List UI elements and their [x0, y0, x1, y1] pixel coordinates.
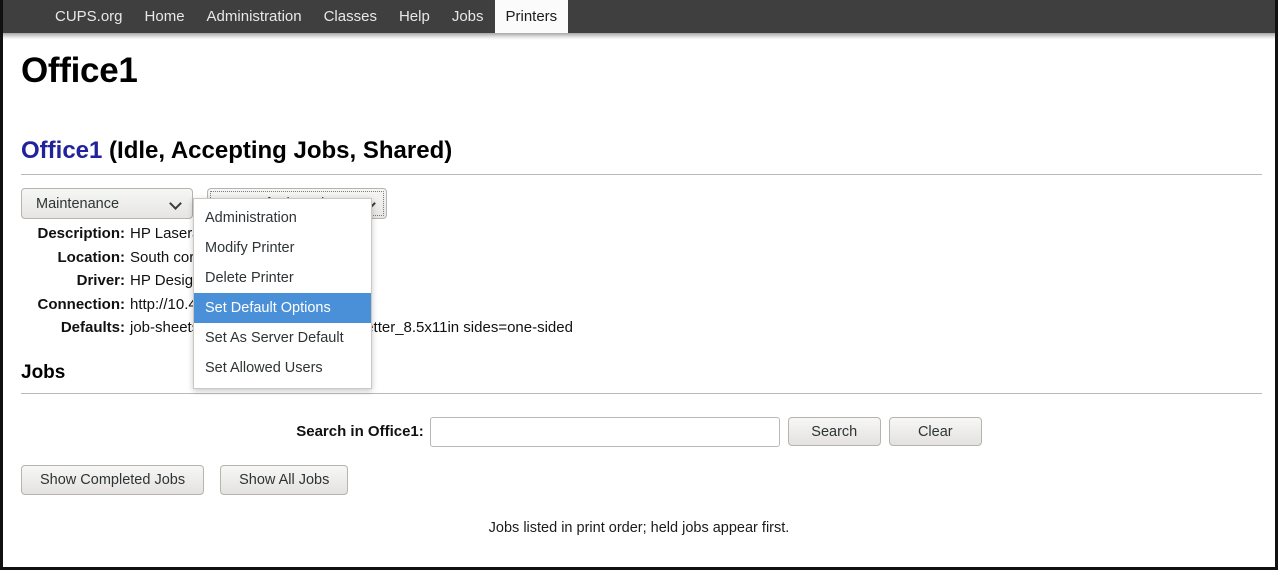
- info-value: http://10.4.: [125, 293, 201, 317]
- nav-item-help[interactable]: Help: [388, 0, 441, 33]
- menu-item-label: Set Default Options: [205, 300, 331, 316]
- printer-status-text: (Idle, Accepting Jobs, Shared): [102, 137, 452, 164]
- maintenance-select[interactable]: Maintenance: [21, 188, 193, 219]
- administration-dropdown-menu[interactable]: Administration Modify Printer Delete Pri…: [193, 198, 372, 389]
- nav-item-label: Help: [399, 9, 430, 24]
- nav-item-administration[interactable]: Administration: [196, 0, 313, 33]
- jobs-divider: [21, 393, 1262, 394]
- heading-divider: [21, 174, 1262, 175]
- printer-heading: Office1 (Idle, Accepting Jobs, Shared): [21, 137, 1261, 165]
- clear-button[interactable]: Clear: [889, 417, 982, 446]
- search-input[interactable]: [430, 417, 780, 447]
- nav-item-home[interactable]: Home: [134, 0, 196, 33]
- search-label: Search in Office1:: [296, 423, 424, 440]
- info-label: Location:: [17, 246, 125, 270]
- menu-item-label: Set As Server Default: [205, 330, 344, 346]
- info-label: Description:: [17, 222, 125, 246]
- menu-item-set-default-options[interactable]: Set Default Options: [194, 293, 371, 323]
- menu-item-label: Delete Printer: [205, 270, 294, 286]
- nav-item-label: CUPS.org: [55, 9, 123, 24]
- menu-item-administration[interactable]: Administration: [194, 203, 371, 233]
- nav-drop-shadow: [3, 33, 1278, 40]
- nav-item-label: Classes: [324, 9, 377, 24]
- show-completed-jobs-button[interactable]: Show Completed Jobs: [21, 465, 204, 495]
- menu-item-modify-printer[interactable]: Modify Printer: [194, 233, 371, 263]
- nav-item-label: Administration: [207, 9, 302, 24]
- maintenance-select-label: Maintenance: [36, 196, 165, 212]
- nav-item-classes[interactable]: Classes: [313, 0, 388, 33]
- info-label: Connection:: [17, 293, 125, 317]
- printer-name-link[interactable]: Office1: [21, 137, 102, 164]
- top-navigation-bar: CUPS.org Home Administration Classes Hel…: [0, 0, 1278, 33]
- menu-item-label: Administration: [205, 210, 297, 226]
- info-label: Defaults:: [17, 316, 125, 340]
- job-search-row: Search in Office1: Search Clear: [17, 417, 1261, 447]
- search-button[interactable]: Search: [788, 417, 881, 446]
- chevron-down-icon: [171, 198, 182, 209]
- nav-item-label: Home: [145, 9, 185, 24]
- menu-item-label: Set Allowed Users: [205, 360, 323, 376]
- nav-item-cups-org[interactable]: CUPS.org: [44, 0, 134, 33]
- show-all-jobs-button[interactable]: Show All Jobs: [220, 465, 348, 495]
- menu-item-label: Modify Printer: [205, 240, 294, 256]
- nav-item-printers[interactable]: Printers: [495, 0, 569, 33]
- menu-item-set-allowed-users[interactable]: Set Allowed Users: [194, 353, 371, 383]
- menu-item-set-as-server-default[interactable]: Set As Server Default: [194, 323, 371, 353]
- jobs-action-buttons: Show Completed Jobs Show All Jobs: [21, 465, 1261, 495]
- nav-item-jobs[interactable]: Jobs: [441, 0, 495, 33]
- nav-item-label: Jobs: [452, 9, 484, 24]
- browser-window: CUPS.org Home Administration Classes Hel…: [0, 0, 1278, 570]
- page-title: Office1: [21, 51, 1261, 91]
- jobs-order-note: Jobs listed in print order; held jobs ap…: [17, 520, 1261, 536]
- menu-item-delete-printer[interactable]: Delete Printer: [194, 263, 371, 293]
- info-label: Driver:: [17, 269, 125, 293]
- nav-item-label: Printers: [506, 9, 558, 24]
